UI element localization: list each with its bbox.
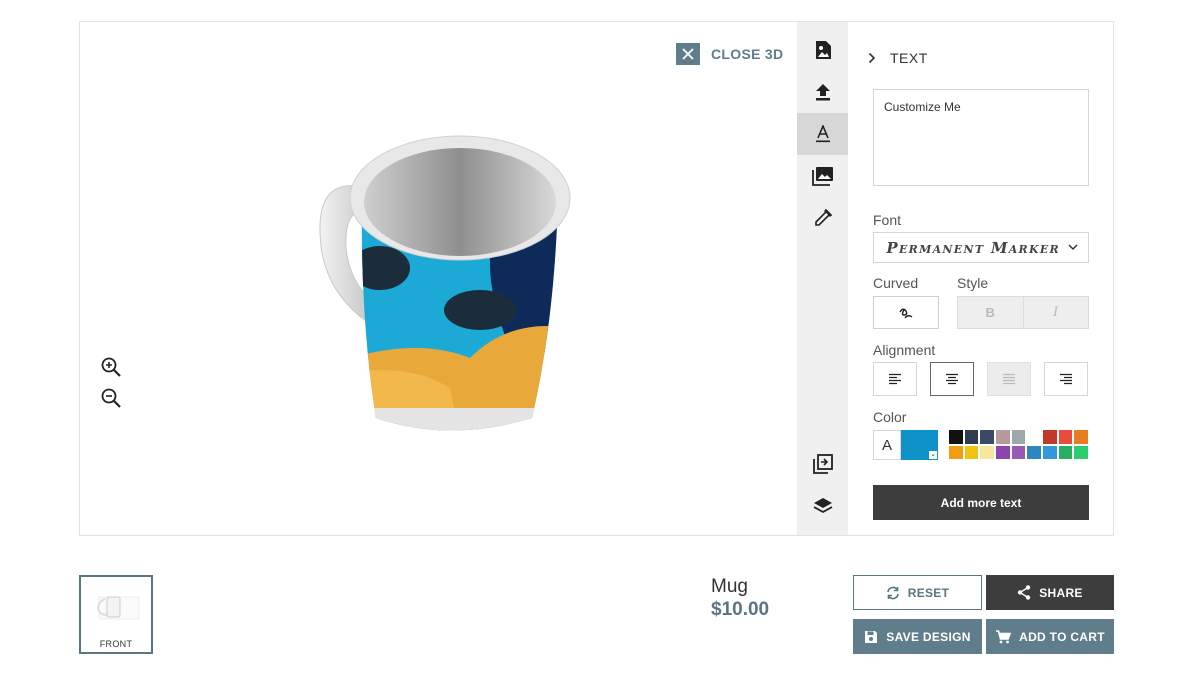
reset-label: RESET xyxy=(907,585,950,600)
cart-icon xyxy=(996,629,1012,643)
refresh-icon xyxy=(886,586,899,599)
color-swatch[interactable] xyxy=(1073,429,1089,445)
color-label: Color xyxy=(873,409,907,425)
color-swatch[interactable] xyxy=(1057,429,1074,445)
align-justify-icon xyxy=(1003,373,1015,385)
color-swatch[interactable] xyxy=(1057,444,1074,460)
chevron-right-icon xyxy=(868,52,876,64)
zoom-in-icon[interactable] xyxy=(100,356,124,380)
align-justify-button[interactable] xyxy=(987,362,1031,396)
font-select-value: Permanent Marker xyxy=(886,238,1060,257)
align-left-button[interactable] xyxy=(873,362,917,396)
color-swatch[interactable] xyxy=(963,444,980,460)
text-panel: TEXT Customize Me Font Permanent Marker … xyxy=(848,22,1113,535)
color-swatch[interactable] xyxy=(979,429,995,445)
mug-thumbnail-image xyxy=(97,596,140,620)
bold-button[interactable]: B xyxy=(958,297,1023,328)
image-icon[interactable] xyxy=(797,29,848,71)
color-swatch[interactable] xyxy=(1010,429,1027,445)
zoom-out-icon[interactable] xyxy=(100,387,124,411)
eyedropper-icon[interactable] xyxy=(797,197,848,239)
alignment-label: Alignment xyxy=(873,342,936,358)
text-color-preview: A xyxy=(873,430,901,460)
color-picker-button[interactable]: ⌄ xyxy=(901,430,938,460)
color-swatch[interactable] xyxy=(979,444,995,460)
color-swatch[interactable] xyxy=(1041,444,1058,460)
color-swatch[interactable] xyxy=(1026,429,1042,445)
save-design-button[interactable]: SAVE DESIGN xyxy=(853,619,982,654)
text-icon[interactable] xyxy=(797,113,848,155)
align-center-icon xyxy=(946,373,958,385)
italic-button[interactable]: I xyxy=(1022,297,1089,328)
share-icon xyxy=(1018,585,1031,600)
floppy-disk-icon xyxy=(865,630,878,643)
add-more-text-button[interactable]: Add more text xyxy=(873,485,1089,520)
font-label: Font xyxy=(873,212,902,228)
front-side-thumbnail[interactable]: FRONT xyxy=(79,575,153,654)
product-price: $10.00 xyxy=(711,599,770,620)
chevron-down-icon xyxy=(1068,244,1078,251)
color-palette xyxy=(948,429,1089,461)
reset-button[interactable]: RESET xyxy=(853,575,982,610)
align-center-button[interactable] xyxy=(930,362,974,396)
curved-label: Curved xyxy=(873,275,919,291)
designer-frame: CLOSE 3D TEXT Customize Me Font Permanen… xyxy=(79,21,1114,536)
close-3d-label: CLOSE 3D xyxy=(711,46,784,62)
color-swatch[interactable] xyxy=(1073,444,1089,460)
color-swatch[interactable] xyxy=(963,429,980,445)
curve-icon xyxy=(899,308,913,318)
mug-3d-preview[interactable] xyxy=(310,118,610,448)
align-left-icon xyxy=(889,373,901,385)
upload-icon[interactable] xyxy=(797,71,848,113)
add-to-cart-button[interactable]: ADD TO CART xyxy=(986,619,1114,654)
panel-header[interactable]: TEXT xyxy=(868,50,928,66)
share-label: SHARE xyxy=(1039,585,1083,600)
color-swatch[interactable] xyxy=(948,429,964,445)
close-3d-button[interactable]: CLOSE 3D xyxy=(676,43,783,65)
chevron-down-icon: ⌄ xyxy=(929,451,937,459)
panel-title: TEXT xyxy=(890,50,928,66)
color-swatch[interactable] xyxy=(1010,444,1027,460)
color-swatch[interactable] xyxy=(948,444,964,460)
curved-text-button[interactable] xyxy=(873,296,939,329)
color-swatch[interactable] xyxy=(994,444,1011,460)
gallery-icon[interactable] xyxy=(797,155,848,197)
close-icon xyxy=(676,43,700,65)
add-to-cart-label: ADD TO CART xyxy=(1019,629,1105,644)
color-swatch[interactable] xyxy=(1041,429,1058,445)
layers-icon[interactable] xyxy=(797,485,848,527)
tool-sidebar xyxy=(797,22,848,535)
share-button[interactable]: SHARE xyxy=(986,575,1114,610)
style-button-group: B I xyxy=(957,296,1089,329)
font-select[interactable]: Permanent Marker xyxy=(873,232,1089,263)
style-label: Style xyxy=(957,275,989,291)
product-name: Mug xyxy=(711,576,748,597)
save-design-label: SAVE DESIGN xyxy=(886,629,971,644)
thumbnail-label: FRONT xyxy=(99,639,133,649)
copy-to-side-icon[interactable] xyxy=(797,443,848,485)
color-swatch[interactable] xyxy=(994,429,1011,445)
text-input[interactable]: Customize Me xyxy=(873,89,1089,186)
color-swatch[interactable] xyxy=(1026,444,1042,460)
3d-viewer[interactable]: CLOSE 3D xyxy=(80,22,797,535)
align-right-icon xyxy=(1060,373,1072,385)
align-right-button[interactable] xyxy=(1044,362,1088,396)
